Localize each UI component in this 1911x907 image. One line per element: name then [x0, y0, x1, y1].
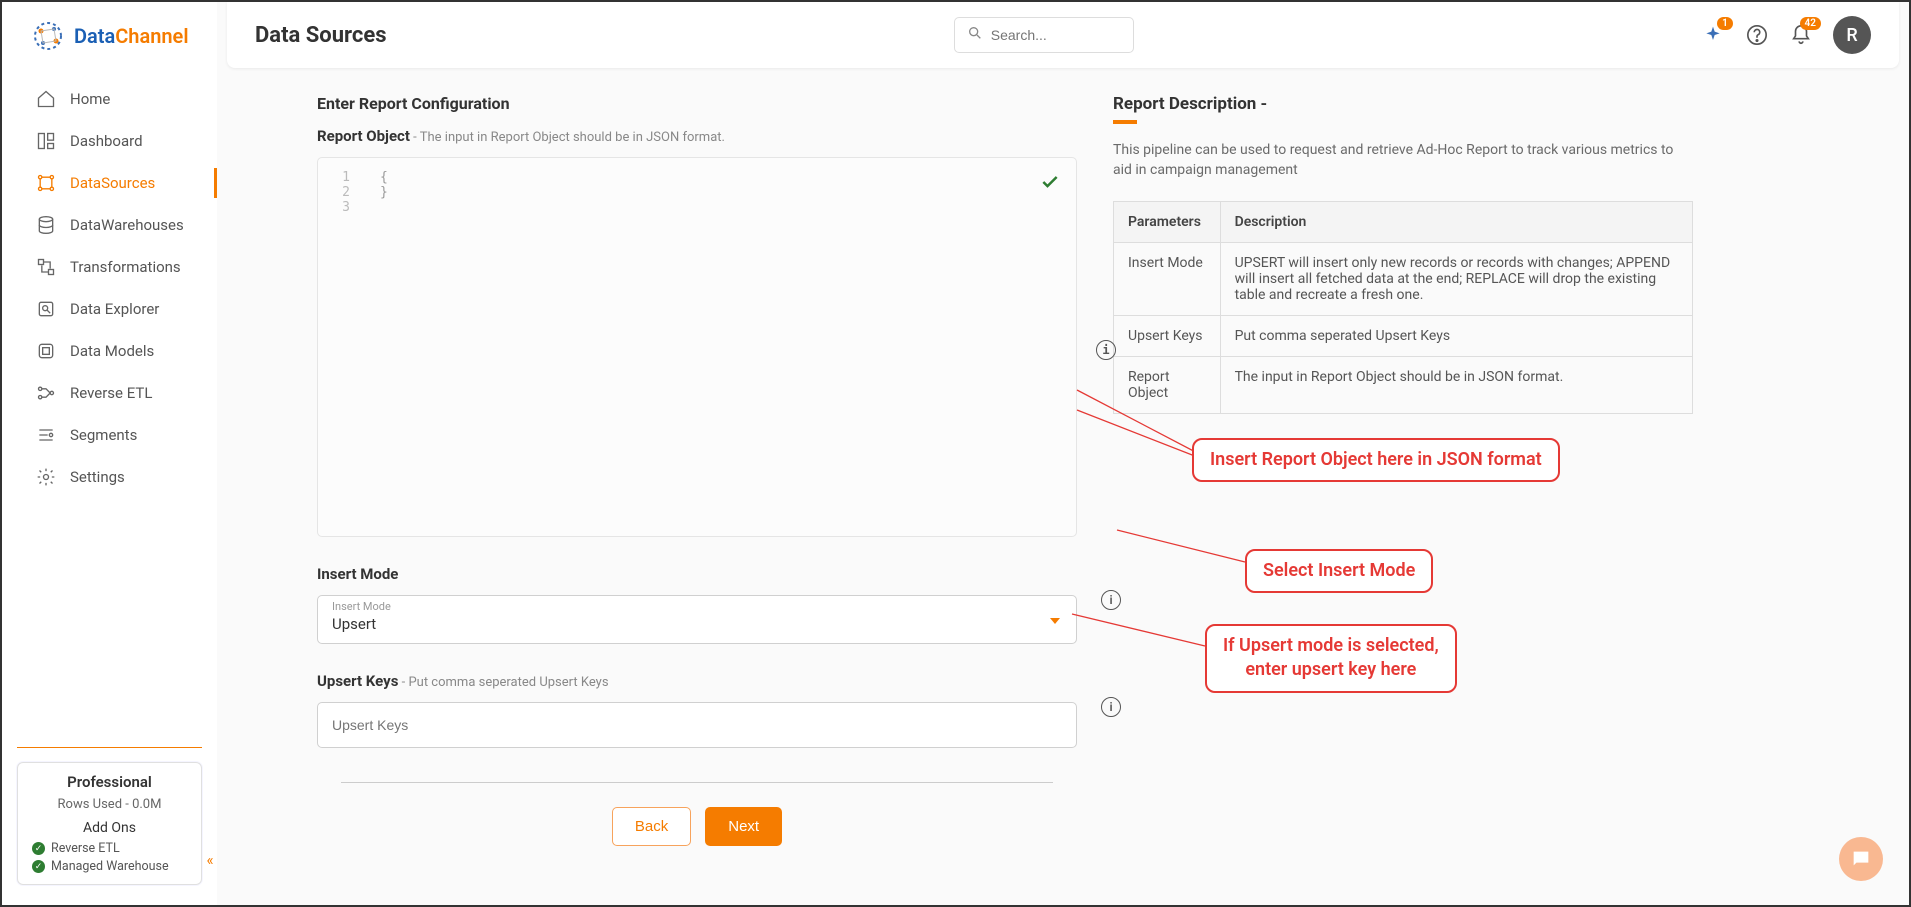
upsert-keys-field: Upsert Keys - Put comma seperated Upsert…: [317, 672, 1077, 748]
select-value: Upsert: [332, 615, 376, 633]
brand-logo[interactable]: DataChannel: [2, 2, 217, 70]
parameters-table: Parameters Description Insert ModeUPSERT…: [1113, 201, 1693, 414]
upsert-keys-input[interactable]: [317, 702, 1077, 748]
home-icon: [36, 89, 56, 109]
logo-icon: [32, 20, 64, 52]
datasources-icon: [36, 173, 56, 193]
report-object-label: Report Object - The input in Report Obje…: [317, 127, 1077, 145]
nav-segments[interactable]: Segments: [2, 414, 217, 456]
warehouse-icon: [36, 215, 56, 235]
gear-icon: [36, 467, 56, 487]
insert-mode-label: Insert Mode: [317, 565, 1077, 583]
chat-fab[interactable]: [1839, 837, 1883, 881]
callout-report-object: Insert Report Object here in JSON format: [1192, 438, 1560, 482]
addon-row: ✓ Reverse ETL: [32, 841, 187, 856]
nav: Home Dashboard DataSources DataWarehouse…: [2, 70, 217, 737]
plan-card[interactable]: Professional Rows Used - 0.0M Add Ons ✓ R…: [17, 762, 202, 885]
description-title: Report Description -: [1113, 94, 1693, 114]
addon-label: Reverse ETL: [51, 841, 120, 856]
nav-label: DataSources: [70, 174, 155, 192]
th-description: Description: [1220, 201, 1692, 242]
underline: [1113, 120, 1137, 124]
back-button[interactable]: Back: [612, 807, 691, 846]
bell-icon[interactable]: 42: [1789, 23, 1813, 47]
table-row: Upsert KeysPut comma seperated Upsert Ke…: [1114, 315, 1693, 356]
nav-dataexplorer[interactable]: Data Explorer: [2, 288, 217, 330]
sidebar: DataChannel Home Dashboard DataSources D…: [2, 2, 217, 905]
addons-label: Add Ons: [32, 820, 187, 836]
plan-rows: Rows Used - 0.0M: [32, 797, 187, 812]
table-row: Insert ModeUPSERT will insert only new r…: [1114, 242, 1693, 315]
sparkle-badge: 1: [1717, 17, 1733, 30]
code-editor[interactable]: 1{ 2} 3 i: [317, 157, 1077, 537]
nav-label: DataWarehouses: [70, 216, 184, 234]
callout-upsert-keys: If Upsert mode is selected,enter upsert …: [1205, 624, 1457, 693]
valid-icon: [1040, 172, 1060, 196]
transform-icon: [36, 257, 56, 277]
nav-datasources[interactable]: DataSources: [2, 162, 217, 204]
search-input[interactable]: [991, 27, 1121, 43]
sparkle-icon[interactable]: 1: [1701, 23, 1725, 47]
float-label: Insert Mode: [332, 600, 391, 613]
th-parameters: Parameters: [1114, 201, 1221, 242]
plan-title: Professional: [32, 773, 187, 791]
page-title: Data Sources: [255, 23, 387, 48]
description-text: This pipeline can be used to request and…: [1113, 140, 1693, 181]
topbar: Data Sources 1 42 R: [227, 2, 1899, 68]
reverseetl-icon: [36, 383, 56, 403]
check-icon: ✓: [32, 860, 45, 873]
chevron-down-icon: [1050, 618, 1060, 624]
info-icon[interactable]: i: [1101, 589, 1121, 610]
nav-label: Settings: [70, 468, 125, 486]
table-row: Report ObjectThe input in Report Object …: [1114, 356, 1693, 413]
nav-home[interactable]: Home: [2, 78, 217, 120]
nav-reverseetl[interactable]: Reverse ETL: [2, 372, 217, 414]
nav-label: Data Explorer: [70, 300, 159, 318]
nav-transformations[interactable]: Transformations: [2, 246, 217, 288]
divider: [341, 782, 1053, 783]
nav-settings[interactable]: Settings: [2, 456, 217, 498]
section-title: Enter Report Configuration: [317, 94, 1077, 113]
nav-datawarehouses[interactable]: DataWarehouses: [2, 204, 217, 246]
upsert-keys-label: Upsert Keys - Put comma seperated Upsert…: [317, 672, 1077, 690]
info-icon[interactable]: i: [1096, 340, 1116, 360]
addon-label: Managed Warehouse: [51, 859, 169, 874]
models-icon: [36, 341, 56, 361]
nav-label: Transformations: [70, 258, 181, 276]
search-icon: [967, 25, 983, 45]
nav-datamodels[interactable]: Data Models: [2, 330, 217, 372]
segments-icon: [36, 425, 56, 445]
search-box[interactable]: [954, 17, 1134, 53]
nav-label: Segments: [70, 426, 137, 444]
info-icon[interactable]: i: [1101, 696, 1121, 717]
help-icon[interactable]: [1745, 23, 1769, 47]
nav-dashboard[interactable]: Dashboard: [2, 120, 217, 162]
nav-label: Reverse ETL: [70, 384, 152, 402]
dashboard-icon: [36, 131, 56, 151]
brand-text: DataChannel: [74, 24, 189, 48]
nav-label: Data Models: [70, 342, 154, 360]
check-icon: ✓: [32, 842, 45, 855]
sidebar-footer: Professional Rows Used - 0.0M Add Ons ✓ R…: [2, 737, 217, 905]
addon-row: ✓ Managed Warehouse: [32, 859, 187, 874]
avatar[interactable]: R: [1833, 16, 1871, 54]
nav-label: Dashboard: [70, 132, 143, 150]
insert-mode-select[interactable]: Insert Mode Upsert: [317, 595, 1077, 644]
explorer-icon: [36, 299, 56, 319]
insert-mode-field: Insert Mode Insert Mode Upsert i: [317, 565, 1077, 644]
nav-label: Home: [70, 90, 110, 108]
bell-badge: 42: [1800, 17, 1821, 30]
callout-insert-mode: Select Insert Mode: [1245, 549, 1433, 593]
next-button[interactable]: Next: [705, 807, 782, 846]
